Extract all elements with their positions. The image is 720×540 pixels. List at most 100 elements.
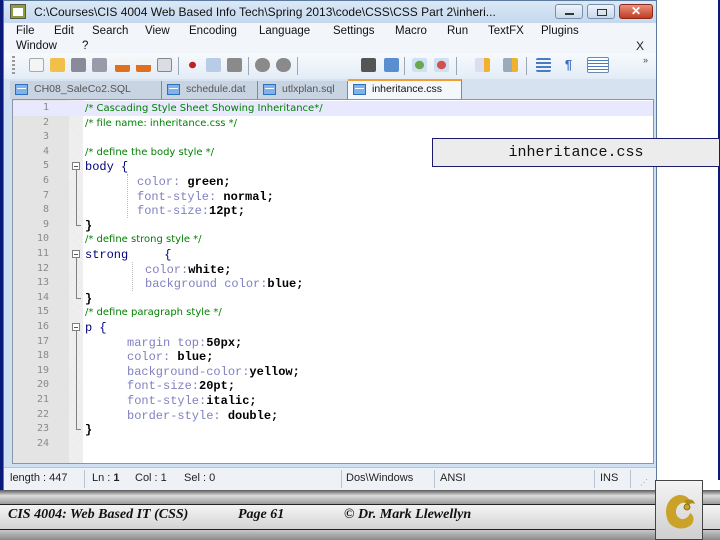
cut-icon[interactable] bbox=[185, 58, 200, 72]
code-line[interactable]: 12 color:white; bbox=[13, 262, 653, 277]
code-line[interactable]: 18 color: blue; bbox=[13, 349, 653, 364]
css-property: background-color: bbox=[127, 364, 250, 379]
line-number: 6 bbox=[42, 175, 49, 186]
fold-toggle-icon[interactable] bbox=[72, 323, 80, 331]
sync-horizontal-icon[interactable] bbox=[503, 58, 518, 72]
line-number: 1 bbox=[42, 102, 49, 113]
menu-search[interactable]: Search bbox=[92, 25, 128, 37]
code-text: color:white; bbox=[145, 263, 231, 277]
new-file-icon[interactable] bbox=[29, 58, 44, 72]
maximize-button[interactable] bbox=[587, 4, 615, 19]
code-line[interactable]: 1 /* Cascading Style Sheet Showing Inheri… bbox=[13, 101, 653, 116]
close-all-icon[interactable] bbox=[136, 58, 151, 72]
code-line[interactable]: 21 font-style:italic; bbox=[13, 393, 653, 408]
zoom-in-icon[interactable] bbox=[412, 58, 427, 72]
find-icon[interactable] bbox=[361, 58, 376, 72]
css-comment: /* define the body style */ bbox=[85, 146, 215, 158]
fold-toggle-icon[interactable] bbox=[72, 162, 80, 171]
code-line[interactable]: 11 strong { bbox=[13, 247, 653, 262]
footer-band-top bbox=[0, 490, 720, 504]
indent-guide-icon[interactable] bbox=[587, 57, 609, 73]
fold-toggle-icon[interactable] bbox=[72, 250, 80, 258]
menu-help[interactable]: ? bbox=[82, 40, 88, 52]
code-line[interactable]: 13 background color:blue; bbox=[13, 276, 653, 291]
menu-macro[interactable]: Macro bbox=[395, 25, 427, 37]
tab-inheritance-css[interactable]: inheritance.css bbox=[348, 79, 462, 99]
code-line[interactable]: 9} bbox=[13, 218, 653, 233]
css-comment: /* define strong style */ bbox=[85, 234, 202, 246]
code-line[interactable]: 22 border-style: double; bbox=[13, 408, 653, 423]
menu-encoding[interactable]: Encoding bbox=[189, 25, 237, 37]
toolbar-grip[interactable] bbox=[12, 56, 15, 76]
code-line[interactable]: 10 /* define strong style */ bbox=[13, 232, 653, 247]
toolbar-overflow-button[interactable]: » bbox=[643, 55, 648, 65]
menu-view[interactable]: View bbox=[145, 25, 170, 37]
save-all-icon[interactable] bbox=[92, 58, 107, 72]
menu-window[interactable]: Window bbox=[16, 40, 57, 52]
menu-textfx[interactable]: TextFX bbox=[488, 25, 524, 37]
close-document-button[interactable]: X bbox=[636, 39, 644, 53]
title-bar[interactable]: C:\Courses\CIS 4004 Web Based Info Tech\… bbox=[4, 1, 656, 23]
tab-ch08-saleco2[interactable]: CH08_SaleCo2.SQL bbox=[10, 81, 162, 99]
file-icon bbox=[167, 84, 180, 95]
save-icon[interactable] bbox=[71, 58, 86, 72]
code-line[interactable]: 19 background-color:yellow; bbox=[13, 364, 653, 379]
line-number: 7 bbox=[42, 189, 49, 201]
code-line[interactable]: 24 bbox=[13, 437, 653, 452]
code-text: font-style:italic; bbox=[127, 394, 257, 408]
status-line-label: Ln : bbox=[92, 472, 114, 484]
menu-settings[interactable]: Settings bbox=[333, 25, 375, 37]
css-value: blue; bbox=[177, 350, 214, 365]
indent-guide bbox=[132, 261, 134, 291]
code-line[interactable]: 8 font-size:12pt; bbox=[13, 203, 653, 218]
css-value: green; bbox=[187, 175, 231, 189]
code-line[interactable]: 17 margin top:50px; bbox=[13, 335, 653, 350]
menu-language[interactable]: Language bbox=[259, 25, 310, 37]
css-value: yellow; bbox=[249, 364, 300, 379]
code-line[interactable]: 6 color: green; bbox=[13, 174, 653, 189]
print-icon[interactable] bbox=[157, 58, 172, 72]
copy-icon[interactable] bbox=[206, 58, 221, 72]
code-line[interactable]: 23} bbox=[13, 422, 653, 437]
menu-plugins[interactable]: Plugins bbox=[541, 25, 579, 37]
code-line[interactable]: 14} bbox=[13, 291, 653, 306]
status-selection: Sel : 0 bbox=[184, 472, 216, 484]
redo-icon[interactable] bbox=[276, 58, 291, 72]
menu-bar: File Edit Search View Encoding Language … bbox=[4, 23, 656, 53]
footer-author: © Dr. Mark Llewellyn bbox=[344, 507, 472, 522]
menu-edit[interactable]: Edit bbox=[54, 25, 74, 37]
footer-band-bottom bbox=[0, 530, 720, 540]
minimize-button[interactable] bbox=[555, 4, 583, 19]
code-line[interactable]: 16 p { bbox=[13, 320, 653, 335]
undo-icon[interactable] bbox=[255, 58, 270, 72]
code-line[interactable]: 15 /* define paragraph style */ bbox=[13, 305, 653, 320]
code-line[interactable]: 7 font-style: normal; bbox=[13, 189, 653, 204]
close-icon[interactable] bbox=[115, 58, 130, 72]
code-line[interactable]: 20 font-size:20pt; bbox=[13, 378, 653, 393]
status-separator bbox=[84, 470, 85, 488]
line-number: 2 bbox=[42, 116, 49, 128]
menu-run[interactable]: Run bbox=[447, 25, 468, 37]
code-line[interactable]: 2 /* file name: inheritance.css */ bbox=[13, 116, 653, 131]
toolbar-separator bbox=[248, 57, 249, 75]
close-button[interactable]: ✕ bbox=[619, 4, 653, 19]
status-column: Col : 1 bbox=[135, 472, 167, 484]
code-text: color: green; bbox=[137, 175, 231, 189]
tab-utlxplan-sql[interactable]: utlxplan.sql bbox=[258, 81, 348, 99]
css-value: normal; bbox=[223, 189, 274, 204]
open-file-icon[interactable] bbox=[50, 58, 65, 72]
zoom-out-icon[interactable] bbox=[434, 58, 449, 72]
replace-icon[interactable] bbox=[384, 58, 399, 72]
word-wrap-icon[interactable] bbox=[536, 58, 551, 72]
sync-vertical-icon[interactable] bbox=[475, 58, 490, 72]
show-all-chars-icon[interactable]: ¶ bbox=[561, 58, 576, 72]
tab-schedule-dat[interactable]: schedule.dat bbox=[162, 81, 258, 99]
paste-icon[interactable] bbox=[227, 58, 242, 72]
toolbar-separator bbox=[178, 57, 179, 75]
css-property: color: bbox=[145, 262, 189, 277]
menu-file[interactable]: File bbox=[16, 25, 35, 37]
line-number: 22 bbox=[36, 408, 49, 420]
resize-grip[interactable]: ⋰ bbox=[640, 478, 648, 487]
css-property: font-size: bbox=[127, 379, 200, 394]
filename-callout: inheritance.css bbox=[432, 138, 720, 167]
